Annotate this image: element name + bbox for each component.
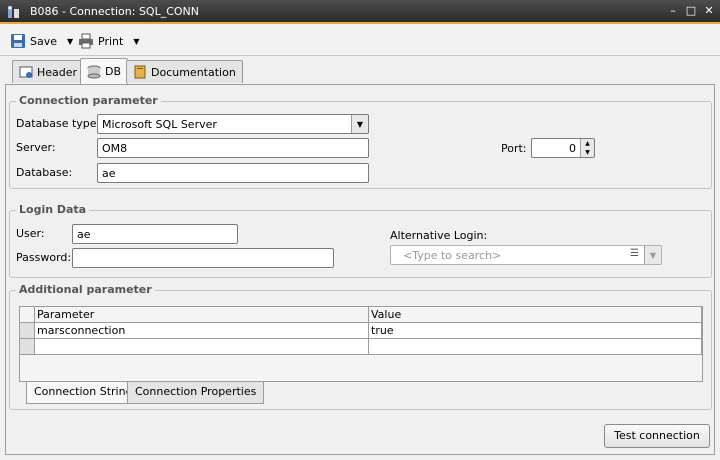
value-cell[interactable] (369, 339, 702, 355)
tab-header[interactable]: Header (12, 60, 85, 83)
password-input[interactable] (72, 248, 334, 268)
chevron-down-icon[interactable]: ▼ (133, 37, 139, 46)
database-type-value: Microsoft SQL Server (102, 118, 217, 131)
book-icon (134, 65, 146, 79)
parameter-cell[interactable] (35, 339, 369, 355)
group-title: Connection parameter (16, 94, 161, 107)
test-connection-button[interactable]: Test connection (604, 424, 710, 448)
tab-content-db: Connection parameter Database type: Micr… (5, 84, 715, 455)
subtab-bar: Connection String Connection Properties (19, 382, 703, 408)
port-value: 0 (569, 142, 576, 155)
port-stepper[interactable]: 0 ▲ ▼ (531, 138, 595, 158)
database-type-select[interactable]: Microsoft SQL Server ▼ (97, 114, 369, 134)
tab-connection-string[interactable]: Connection String (26, 382, 141, 404)
toolbar: Save ▼ Print ▼ (0, 26, 720, 56)
row-header[interactable] (20, 323, 35, 339)
table-header-row: Parameter Value (20, 307, 702, 323)
database-value: ae (102, 167, 116, 180)
user-label: User: (16, 227, 45, 240)
column-header-parameter[interactable]: Parameter (35, 307, 369, 323)
tab-connection-properties[interactable]: Connection Properties (127, 382, 265, 404)
alternative-login-label: Alternative Login: (390, 229, 488, 242)
chevron-down-icon[interactable]: ▼ (351, 115, 368, 133)
server-label: Server: (16, 141, 56, 154)
server-input[interactable]: OM8 (97, 138, 369, 158)
window-title: B086 - Connection: SQL_CONN (30, 5, 200, 18)
tab-db[interactable]: DB (80, 58, 129, 84)
minimize-button[interactable]: – (666, 4, 680, 18)
tab-db-label: DB (105, 65, 122, 78)
list-icon[interactable]: ☰ (630, 248, 639, 259)
spinner-icon[interactable]: ▲ ▼ (580, 139, 594, 157)
group-title: Login Data (16, 203, 90, 216)
chevron-down-icon[interactable]: ▼ (644, 246, 661, 264)
tab-bar: Header DB Documentation (0, 56, 720, 84)
value-cell[interactable]: true (369, 323, 702, 339)
password-label: Password: (16, 251, 72, 264)
port-label: Port: (501, 142, 527, 155)
maximize-button[interactable]: □ (684, 4, 698, 18)
print-label: Print (98, 34, 124, 48)
printer-icon (79, 33, 93, 49)
group-title: Additional parameter (16, 283, 155, 296)
tab-documentation[interactable]: Documentation (126, 60, 243, 83)
table-row[interactable]: marsconnection true (20, 323, 702, 339)
app-icon (8, 6, 19, 18)
row-header[interactable] (20, 339, 35, 355)
table-row[interactable] (20, 339, 702, 355)
database-label: Database: (16, 166, 73, 179)
user-value: ae (77, 228, 91, 241)
header-icon (19, 66, 33, 78)
tab-header-label: Header (37, 65, 78, 79)
user-input[interactable]: ae (72, 224, 238, 244)
save-icon (11, 34, 25, 48)
row-header-corner (20, 307, 35, 323)
parameter-cell[interactable]: marsconnection (35, 323, 369, 339)
print-button[interactable]: Print ▼ (78, 31, 139, 51)
tab-documentation-label: Documentation (151, 65, 236, 79)
close-button[interactable]: ✕ (702, 4, 716, 18)
server-value: OM8 (102, 142, 128, 155)
chevron-down-icon[interactable]: ▼ (67, 37, 73, 46)
database-type-label: Database type: (16, 117, 101, 130)
parameter-table: Parameter Value marsconnection true (19, 306, 703, 382)
database-icon (87, 65, 101, 78)
alternative-login-search[interactable]: <Type to search> ☰ ▼ (390, 245, 662, 265)
column-header-value[interactable]: Value (369, 307, 702, 323)
alternative-login-placeholder: <Type to search> (403, 249, 502, 262)
save-button[interactable]: Save ▼ (10, 31, 73, 51)
save-label: Save (30, 34, 58, 48)
database-input[interactable]: ae (97, 163, 369, 183)
window-titlebar: B086 - Connection: SQL_CONN – □ ✕ (0, 0, 720, 24)
